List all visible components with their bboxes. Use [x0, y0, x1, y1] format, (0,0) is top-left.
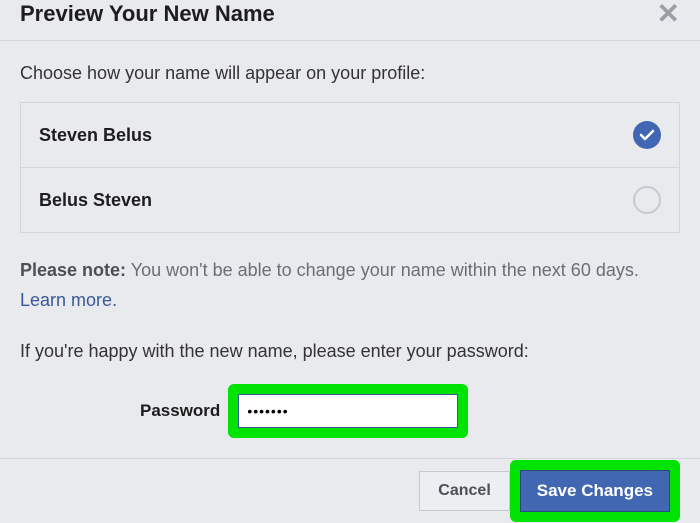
name-option-first-last[interactable]: Steven Belus	[21, 103, 679, 168]
modal-header: Preview Your New Name ✕	[0, 0, 700, 41]
close-icon[interactable]: ✕	[657, 0, 680, 28]
learn-more-link[interactable]: Learn more.	[20, 287, 117, 313]
password-input[interactable]	[238, 394, 458, 428]
password-highlight	[228, 384, 468, 438]
preview-name-modal: Preview Your New Name ✕ Choose how your …	[0, 0, 700, 522]
password-row: Password	[20, 384, 680, 438]
enter-password-instruction: If you're happy with the new name, pleas…	[20, 341, 680, 362]
circle-icon	[633, 186, 661, 214]
note-body: You won't be able to change your name wi…	[131, 260, 639, 280]
name-option-label: Belus Steven	[39, 190, 152, 211]
name-option-last-first[interactable]: Belus Steven	[21, 168, 679, 232]
save-button[interactable]: Save Changes	[520, 470, 670, 512]
modal-title: Preview Your New Name	[20, 1, 275, 27]
save-highlight: Save Changes	[510, 460, 680, 522]
name-options-list: Steven Belus Belus Steven	[20, 102, 680, 233]
note-text-block: Please note: You won't be able to change…	[20, 257, 680, 313]
password-label: Password	[140, 401, 220, 421]
modal-footer: Cancel Save Changes	[0, 458, 700, 522]
name-option-label: Steven Belus	[39, 125, 152, 146]
choose-instruction: Choose how your name will appear on your…	[20, 63, 680, 84]
note-bold: Please note:	[20, 260, 126, 280]
check-icon	[633, 121, 661, 149]
modal-body: Choose how your name will appear on your…	[0, 41, 700, 438]
cancel-button[interactable]: Cancel	[419, 471, 509, 511]
